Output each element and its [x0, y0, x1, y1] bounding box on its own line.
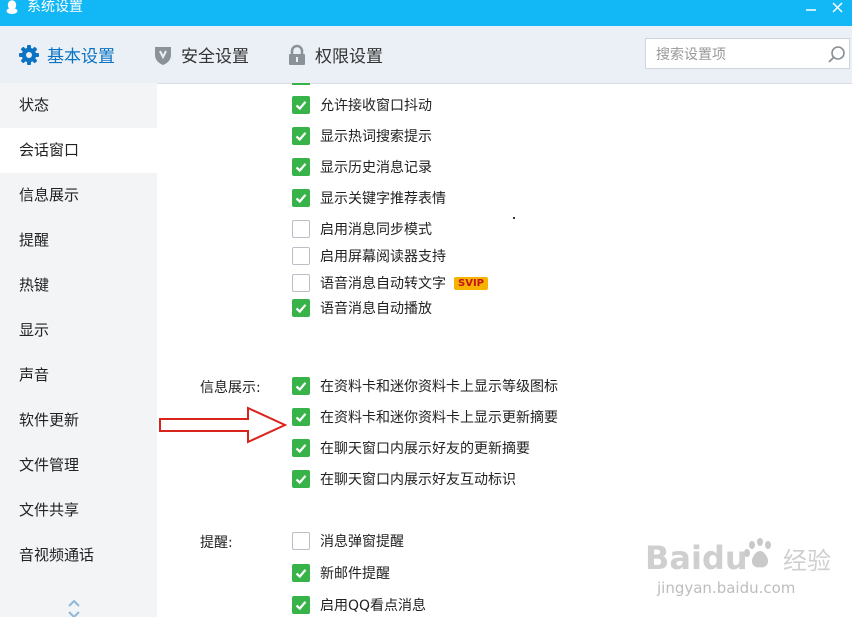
sidebar-item-display[interactable]: 显示	[0, 308, 157, 353]
option-keyword-emoji[interactable]: 显示关键字推荐表情	[292, 187, 446, 209]
title-bar: 系统设置	[0, 0, 852, 26]
checkbox-checked-icon[interactable]	[292, 439, 310, 457]
checkbox-checked-icon[interactable]	[292, 470, 310, 488]
section-label-info-display: 信息展示:	[200, 380, 261, 396]
gear-icon	[19, 44, 39, 65]
sidebar-item-info-display[interactable]: 信息展示	[0, 173, 157, 218]
option-hotword-search[interactable]: 显示热词搜索提示	[292, 125, 432, 147]
option-qq-kandian[interactable]: 启用QQ看点消息	[292, 594, 426, 616]
option-voice-autoplay[interactable]: 语音消息自动播放	[292, 297, 432, 319]
annotation-arrow-icon	[159, 406, 288, 444]
settings-search	[645, 38, 850, 69]
minimize-icon[interactable]	[800, 0, 822, 18]
checkbox-checked-icon[interactable]	[292, 564, 310, 582]
lock-icon	[289, 44, 305, 65]
stray-dot	[513, 217, 515, 219]
option-history-records[interactable]: 显示历史消息记录	[292, 156, 432, 178]
sidebar-scroll-arrows-icon[interactable]	[66, 590, 82, 617]
section-label-remind: 提醒:	[200, 535, 233, 551]
option-label: 语音消息自动播放	[320, 301, 432, 317]
checkbox-checked-icon[interactable]	[292, 299, 310, 317]
option-label: 显示关键字推荐表情	[320, 191, 446, 207]
option-label: 启用屏幕阅读器支持	[320, 249, 446, 265]
checkbox-unchecked[interactable]	[292, 274, 310, 292]
settings-sidebar: 状态 会话窗口 信息展示 提醒 热键 显示 声音 软件更新 文件管理 文件共享 …	[0, 83, 157, 617]
option-friend-update-in-chat[interactable]: 在聊天窗口内展示好友的更新摘要	[292, 437, 530, 459]
tab-permission-settings[interactable]: 权限设置	[286, 26, 383, 83]
option-label: 新邮件提醒	[320, 566, 390, 582]
option-label: 启用消息同步模式	[320, 222, 432, 238]
checkbox-unchecked[interactable]	[292, 247, 310, 265]
tab-basic-settings[interactable]: 基本设置	[18, 26, 115, 83]
tab-label: 安全设置	[181, 47, 249, 67]
watermark-brand-suffix: 经验	[783, 547, 831, 575]
option-screen-reader[interactable]: 启用屏幕阅读器支持	[292, 245, 446, 267]
option-window-shake[interactable]: 允许接收窗口抖动	[292, 94, 432, 116]
option-level-icon[interactable]: 在资料卡和迷你资料卡上显示等级图标	[292, 375, 558, 397]
shield-icon	[155, 46, 171, 65]
checkbox-partial[interactable]	[292, 83, 310, 85]
option-message-sync[interactable]: 启用消息同步模式	[292, 218, 432, 240]
checkbox-checked-icon[interactable]	[292, 96, 310, 114]
option-label: 显示热词搜索提示	[320, 129, 432, 145]
baidu-jingyan-watermark: Baidu 经验 jingyan.baidu.com	[645, 538, 831, 597]
close-icon[interactable]	[827, 0, 849, 18]
sidebar-item-status[interactable]: 状态	[0, 83, 157, 128]
option-update-summary[interactable]: 在资料卡和迷你资料卡上显示更新摘要	[292, 406, 558, 428]
option-new-mail-remind[interactable]: 新邮件提醒	[292, 562, 390, 584]
sidebar-item-remind[interactable]: 提醒	[0, 218, 157, 263]
search-icon[interactable]	[827, 45, 847, 65]
option-label: 启用QQ看点消息	[320, 598, 427, 614]
sidebar-item-file-sharing[interactable]: 文件共享	[0, 488, 157, 533]
search-input[interactable]	[654, 44, 828, 66]
option-label: 在资料卡和迷你资料卡上显示等级图标	[320, 379, 558, 395]
sidebar-item-hotkey[interactable]: 热键	[0, 263, 157, 308]
watermark-brand: Baidu	[645, 539, 748, 577]
option-label: 语音消息自动转文字	[320, 276, 446, 292]
option-label: 消息弹窗提醒	[320, 534, 404, 550]
option-label: 在聊天窗口内展示好友互动标识	[320, 472, 516, 488]
sidebar-item-file-management[interactable]: 文件管理	[0, 443, 157, 488]
watermark-url: jingyan.baidu.com	[656, 579, 795, 597]
qq-penguin-icon	[6, 0, 18, 14]
checkbox-unchecked[interactable]	[292, 220, 310, 238]
tab-security-settings[interactable]: 安全设置	[152, 26, 249, 83]
checkbox-unchecked[interactable]	[292, 532, 310, 550]
checkbox-checked-icon[interactable]	[292, 377, 310, 395]
sidebar-item-software-update[interactable]: 软件更新	[0, 398, 157, 443]
tab-label: 权限设置	[315, 47, 383, 67]
sidebar-item-session-window[interactable]: 会话窗口	[0, 128, 157, 173]
svip-badge: SVIP	[454, 276, 488, 290]
checkbox-checked-icon[interactable]	[292, 158, 310, 176]
option-label: 在资料卡和迷你资料卡上显示更新摘要	[320, 410, 558, 426]
checkbox-checked-icon[interactable]	[292, 596, 310, 614]
checkbox-checked-icon[interactable]	[292, 408, 310, 426]
window-title: 系统设置	[27, 0, 83, 15]
sidebar-item-av-call[interactable]: 音视频通话	[0, 533, 157, 578]
option-label: 在聊天窗口内展示好友的更新摘要	[320, 441, 530, 457]
option-voice-to-text[interactable]: 语音消息自动转文字 SVIP	[292, 272, 488, 294]
checkbox-checked-icon[interactable]	[292, 189, 310, 207]
checkbox-checked-icon[interactable]	[292, 127, 310, 145]
option-popup-remind[interactable]: 消息弹窗提醒	[292, 530, 404, 552]
option-label: 显示历史消息记录	[320, 160, 432, 176]
option-label: 允许接收窗口抖动	[320, 98, 432, 114]
option-friend-interaction-mark[interactable]: 在聊天窗口内展示好友互动标识	[292, 468, 516, 490]
sidebar-item-sound[interactable]: 声音	[0, 353, 157, 398]
tab-label: 基本设置	[47, 47, 115, 67]
